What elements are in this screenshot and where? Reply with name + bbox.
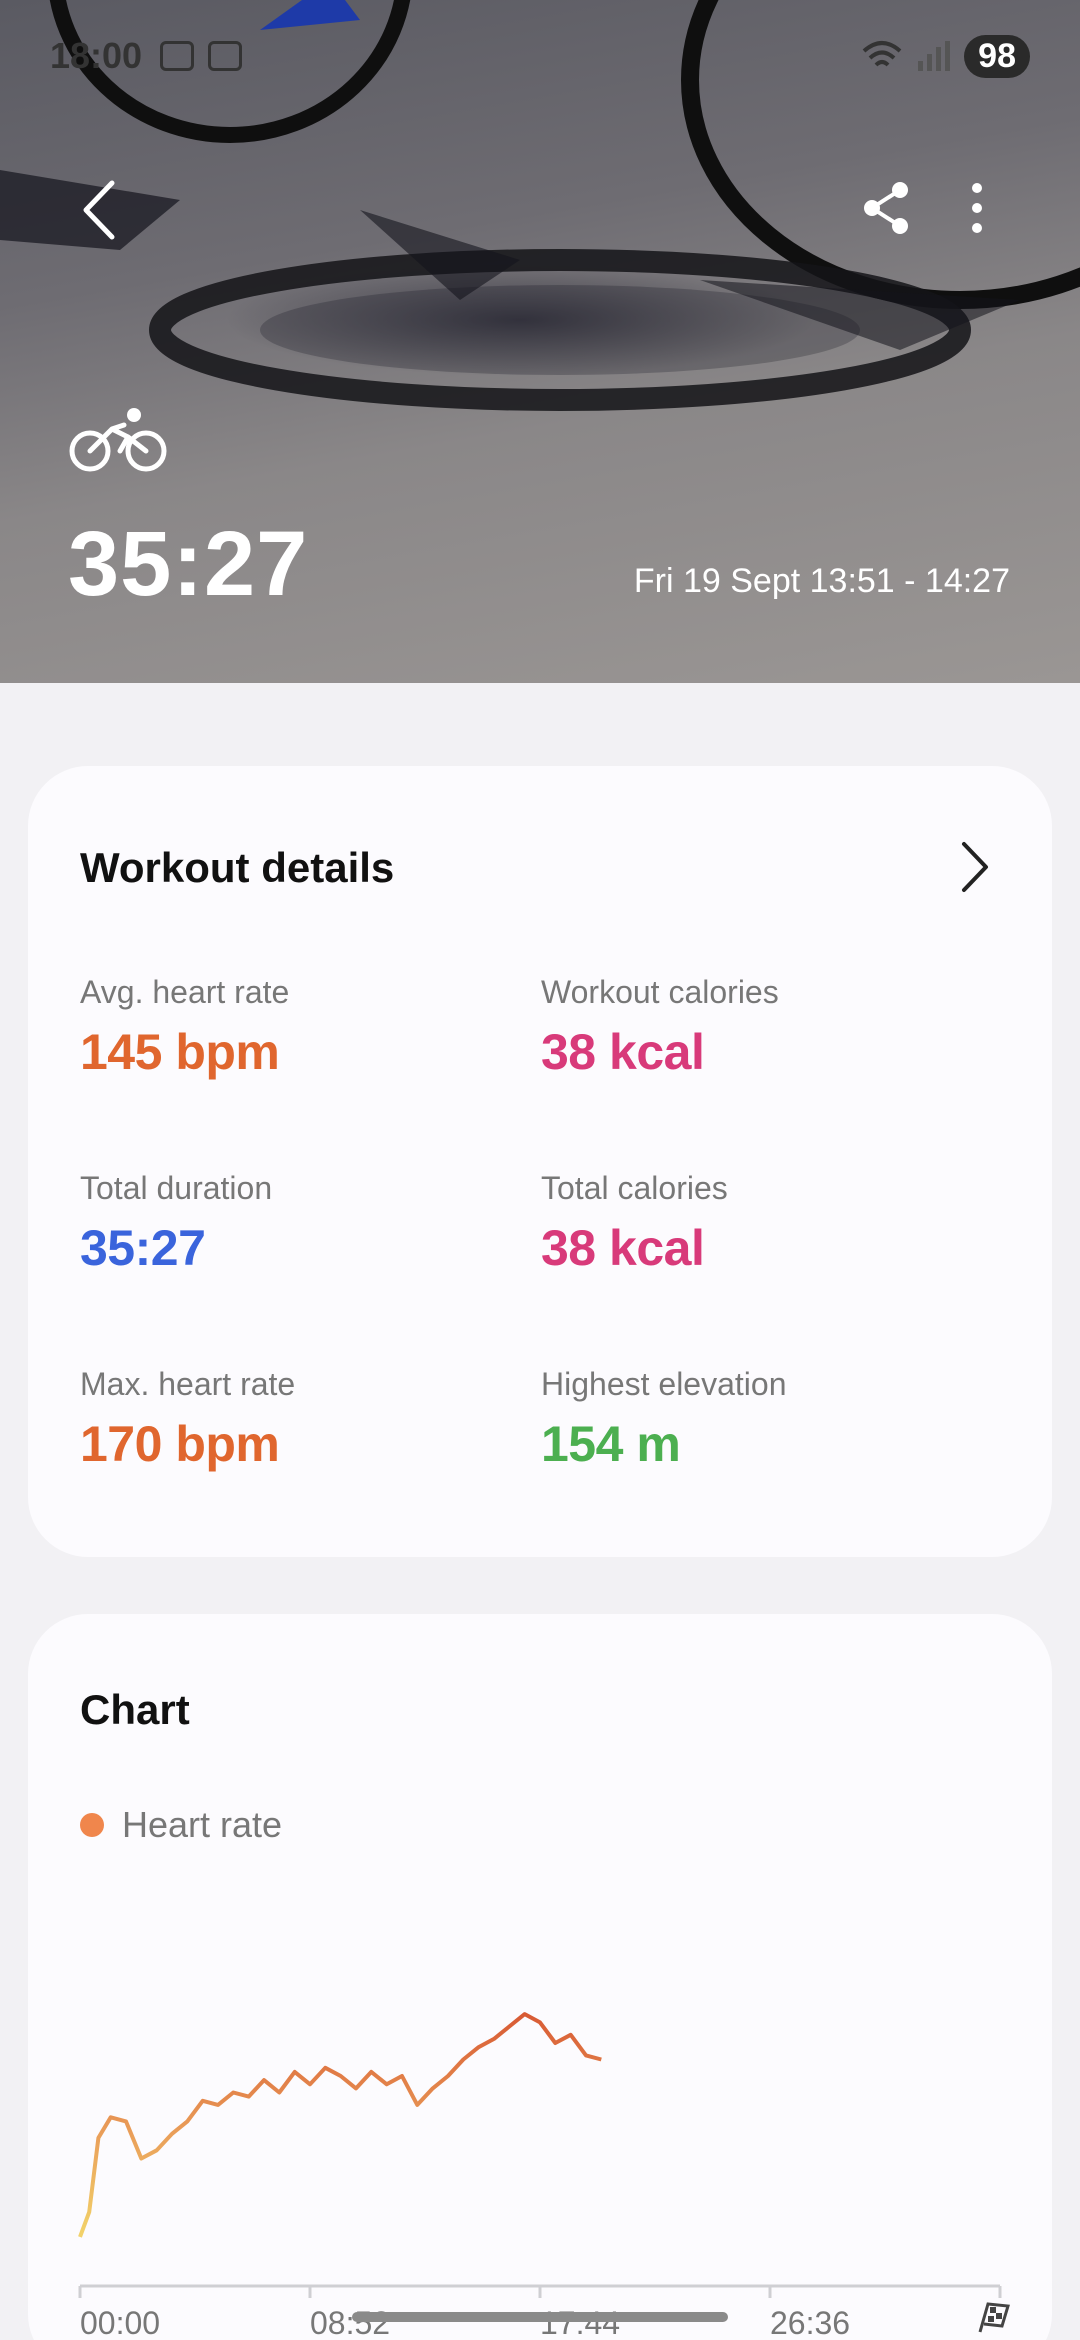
x-tick-label: 08:52 bbox=[310, 2305, 390, 2340]
status-bar: 18:00 98 bbox=[50, 30, 1030, 82]
notification-icons bbox=[160, 41, 243, 71]
wifi-icon bbox=[862, 41, 902, 67]
metric-label: Avg. heart rate bbox=[80, 974, 290, 1010]
screenshot-icon bbox=[160, 41, 195, 71]
workout-details-card[interactable]: Workout details Avg. heart rate 145 bpm … bbox=[28, 766, 1052, 1557]
app-s-icon bbox=[208, 41, 243, 71]
metric-label: Max. heart rate bbox=[80, 1366, 296, 1402]
bicycle-icon bbox=[69, 408, 167, 472]
more-vert-icon[interactable] bbox=[962, 180, 992, 236]
system-icons: 98 bbox=[862, 34, 1030, 78]
metric-avg-heart-rate: Avg. heart rate 145 bpm bbox=[80, 974, 289, 1081]
share-icon[interactable] bbox=[860, 180, 912, 236]
metric-value: 38 kcal bbox=[541, 1220, 705, 1276]
heart-rate-series-line bbox=[78, 2012, 602, 2238]
finish-flag-icon bbox=[978, 2302, 1010, 2333]
metric-highest-elevation: Highest elevation 154 m bbox=[541, 1366, 786, 1473]
metric-max-heart-rate: Max. heart rate 170 bpm bbox=[80, 1366, 295, 1473]
metric-value: 154 m bbox=[541, 1416, 681, 1472]
metric-workout-calories: Workout calories 38 kcal bbox=[541, 974, 779, 1081]
heart-rate-chart: 00:00 08:52 17:44 26:36 bbox=[78, 2012, 1010, 2340]
signal-icon bbox=[918, 41, 951, 71]
metric-total-duration: Total duration 35:27 bbox=[80, 1170, 272, 1277]
metric-label: Total calories bbox=[541, 1170, 728, 1206]
gesture-nav-bar[interactable] bbox=[352, 2312, 728, 2322]
metric-total-calories: Total calories 38 kcal bbox=[541, 1170, 728, 1277]
metric-label: Total duration bbox=[80, 1170, 273, 1206]
status-time: 18:00 bbox=[50, 35, 143, 76]
back-arrow-icon[interactable] bbox=[72, 175, 132, 245]
x-tick-label: 17:44 bbox=[540, 2305, 620, 2340]
metric-value: 35:27 bbox=[80, 1220, 206, 1276]
workout-details-title: Workout details bbox=[80, 844, 395, 891]
metric-label: Workout calories bbox=[541, 974, 779, 1010]
chart-card: Chart Heart rate 00:00 08:52 17:44 26:36 bbox=[28, 1614, 1052, 2340]
x-tick-label: 26:36 bbox=[770, 2305, 850, 2340]
x-tick-label: 00:00 bbox=[80, 2305, 160, 2340]
metric-label: Highest elevation bbox=[541, 1366, 787, 1402]
battery-indicator: 98 bbox=[964, 34, 1030, 78]
metric-value: 170 bpm bbox=[80, 1416, 280, 1472]
workout-date-range: Fri 19 Sept 13:51 - 14:27 bbox=[633, 562, 1010, 600]
metric-value: 38 kcal bbox=[541, 1024, 705, 1080]
workout-hero: 18:00 98 35:27 Fri 19 Sept 13:51 - 14:27 bbox=[0, 0, 1080, 683]
workout-duration: 35:27 bbox=[68, 513, 309, 615]
metric-value: 145 bpm bbox=[80, 1024, 280, 1080]
chevron-right-icon[interactable] bbox=[960, 840, 990, 894]
